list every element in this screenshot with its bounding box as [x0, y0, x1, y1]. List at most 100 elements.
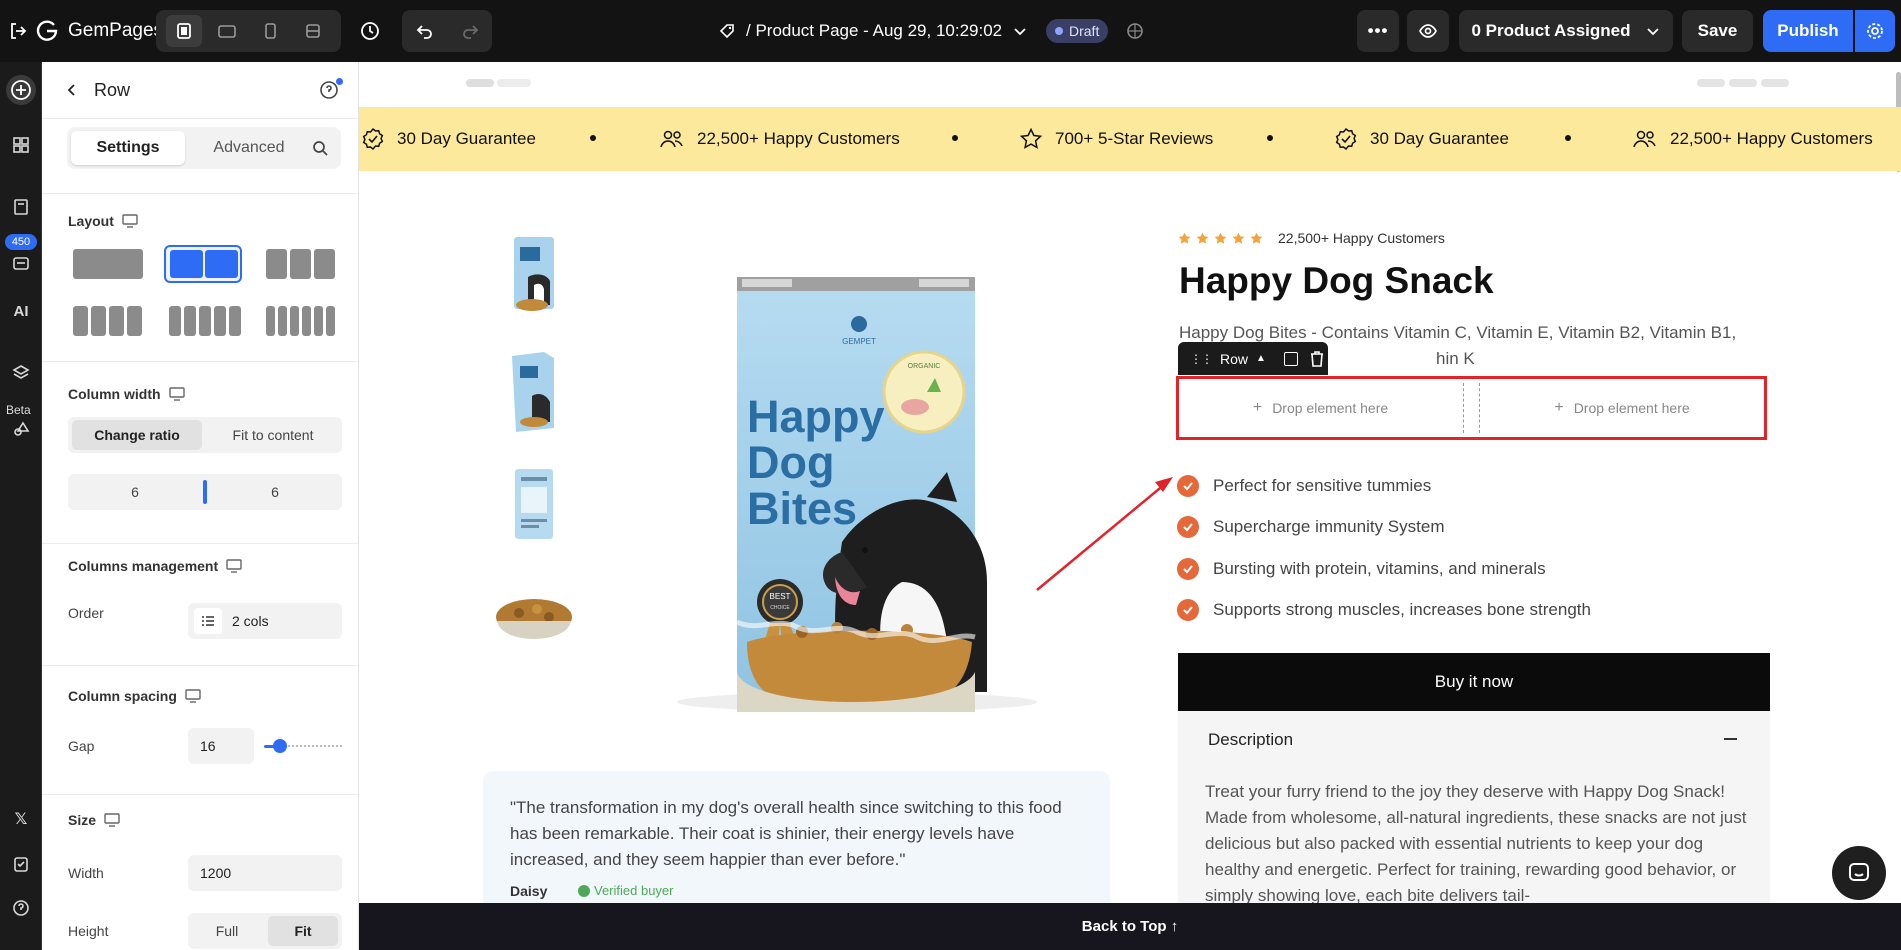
- tab-advanced[interactable]: Advanced: [192, 131, 306, 165]
- layout-2-col-option[interactable]: [164, 245, 242, 283]
- food-bowl-thumbnail: [495, 599, 572, 639]
- height-label: Height: [68, 923, 109, 939]
- beta-feature-button[interactable]: [6, 414, 36, 444]
- custom-view-button[interactable]: [295, 15, 331, 47]
- clipboard-button[interactable]: [6, 849, 36, 879]
- column-divider: [1463, 383, 1464, 433]
- feature-item: Perfect for sensitive tummies: [1177, 471, 1431, 501]
- desktop-icon: [122, 214, 138, 228]
- drag-handle-icon[interactable]: ⋮⋮: [1190, 352, 1213, 366]
- best-badge-text: BEST: [770, 592, 791, 601]
- redo-button[interactable]: [452, 15, 488, 47]
- fit-to-content-option[interactable]: Fit to content: [208, 420, 338, 450]
- product-thumbnail[interactable]: [483, 226, 584, 328]
- tablet-landscape-icon: [218, 25, 236, 38]
- layout-1-col-option[interactable]: [73, 249, 143, 279]
- left-rail: 450 AI Beta 𝕏: [0, 62, 42, 950]
- ai-button[interactable]: AI: [6, 296, 36, 326]
- description-header[interactable]: Description: [1178, 711, 1770, 767]
- desktop-icon: [226, 559, 242, 573]
- layers-button[interactable]: [6, 358, 36, 388]
- layout-3-col-option[interactable]: [266, 249, 335, 279]
- column-width-label: Column width: [68, 386, 161, 402]
- drop-zone-column[interactable]: + Drop element here: [1179, 379, 1462, 437]
- list-icon: [194, 608, 222, 634]
- history-button[interactable]: [356, 17, 384, 45]
- plus-circle-icon: [11, 80, 31, 100]
- width-input[interactable]: 1200: [188, 855, 342, 891]
- gap-input[interactable]: 16: [188, 728, 254, 764]
- apps-button[interactable]: [6, 248, 36, 278]
- gap-slider-thumb[interactable]: [273, 739, 287, 753]
- product-assigned-dropdown[interactable]: 0 Product Assigned: [1459, 10, 1673, 52]
- exit-icon[interactable]: [6, 19, 30, 43]
- banner-item: 22,500+ Happy Customers: [1632, 107, 1873, 171]
- layout-5-col-option[interactable]: [169, 306, 241, 336]
- gap-slider-track: [280, 745, 342, 748]
- undo-button[interactable]: [407, 15, 443, 47]
- selected-row[interactable]: + Drop element here + Drop element here: [1176, 376, 1767, 440]
- page-title-area[interactable]: / Product Page - Aug 29, 10:29:02: [718, 17, 1028, 45]
- separator-dot: [1565, 135, 1571, 141]
- save-button[interactable]: Save: [1682, 10, 1753, 52]
- notification-dot-icon: [336, 78, 343, 85]
- product-main-image[interactable]: GEMPET Happy Dog Bites ORGANIC BEST CHOI…: [597, 182, 1110, 736]
- more-options-button[interactable]: •••: [1357, 10, 1399, 52]
- gap-slider[interactable]: [264, 739, 342, 753]
- chat-button[interactable]: [1832, 846, 1886, 900]
- row-element-toolbar: ⋮⋮ Row ▲: [1178, 342, 1328, 375]
- top-bar: GemPages 7 / Product Page - Aug 29, 10:2…: [0, 0, 1901, 62]
- change-ratio-option[interactable]: Change ratio: [72, 420, 202, 450]
- layout-6-col-option[interactable]: [266, 306, 335, 336]
- product-subtitle: Happy Dog Bites - Contains Vitamin C, Vi…: [1179, 323, 1737, 342]
- clock-icon: [361, 22, 379, 40]
- height-full-option[interactable]: Full: [192, 916, 262, 946]
- layout-4-col-option[interactable]: [73, 306, 142, 336]
- back-button[interactable]: [64, 82, 82, 100]
- tablet-landscape-view-button[interactable]: [209, 15, 245, 47]
- height-fit-option[interactable]: Fit: [268, 916, 338, 946]
- caret-up-icon[interactable]: ▲: [1256, 353, 1266, 364]
- ratio-divider-handle[interactable]: [203, 480, 207, 504]
- duplicate-icon[interactable]: [1283, 351, 1298, 366]
- row-toolbar-label[interactable]: Row: [1220, 351, 1248, 367]
- publish-button[interactable]: Publish: [1763, 10, 1853, 52]
- order-value: 2 cols: [232, 613, 269, 629]
- product-thumbnail[interactable]: [483, 570, 584, 672]
- panel-header: Row: [42, 62, 358, 119]
- preview-button[interactable]: [1407, 10, 1449, 52]
- divider: [42, 794, 358, 795]
- tab-settings[interactable]: Settings: [71, 131, 185, 165]
- settings-panel: Row Settings Advanced Layout Column widt…: [42, 62, 359, 950]
- minus-icon[interactable]: [1724, 738, 1737, 740]
- buy-now-button[interactable]: Buy it now: [1178, 653, 1770, 711]
- help-button[interactable]: [6, 893, 36, 923]
- publish-settings-button[interactable]: [1855, 10, 1895, 52]
- back-to-top-bar[interactable]: Back to Top ↑: [359, 903, 1901, 950]
- order-field[interactable]: 2 cols: [188, 603, 342, 639]
- desktop-view-button[interactable]: [165, 15, 202, 47]
- product-bag-back-thumbnail: [514, 469, 553, 539]
- pages-button[interactable]: [6, 192, 36, 222]
- check-circle-icon: [1177, 558, 1199, 580]
- sections-button[interactable]: [6, 130, 36, 160]
- check-circle-icon: [1177, 599, 1199, 621]
- ai-translate-button[interactable]: [1122, 18, 1148, 44]
- mobile-view-button[interactable]: [252, 15, 288, 47]
- ratio-right-value[interactable]: 6: [208, 477, 342, 507]
- ratio-left-value[interactable]: 6: [68, 477, 202, 507]
- header-placeholder: [466, 79, 494, 87]
- delete-icon[interactable]: [1310, 350, 1324, 367]
- panel-help-button[interactable]: [319, 78, 343, 102]
- column-spacing-label: Column spacing: [68, 688, 177, 704]
- panel-title: Row: [94, 80, 131, 100]
- drop-zone-column[interactable]: + Drop element here: [1480, 379, 1764, 437]
- panel-search-button[interactable]: [311, 139, 331, 159]
- banner-item: 22,500+ Happy Customers: [659, 107, 900, 171]
- add-element-button[interactable]: [6, 75, 36, 105]
- x-button[interactable]: 𝕏: [6, 804, 36, 834]
- product-thumbnail[interactable]: [483, 456, 584, 558]
- device-switcher: [156, 10, 341, 52]
- product-thumbnail[interactable]: [483, 341, 584, 443]
- trust-banner: 30 Day Guarantee 22,500+ Happy Customers…: [359, 107, 1901, 171]
